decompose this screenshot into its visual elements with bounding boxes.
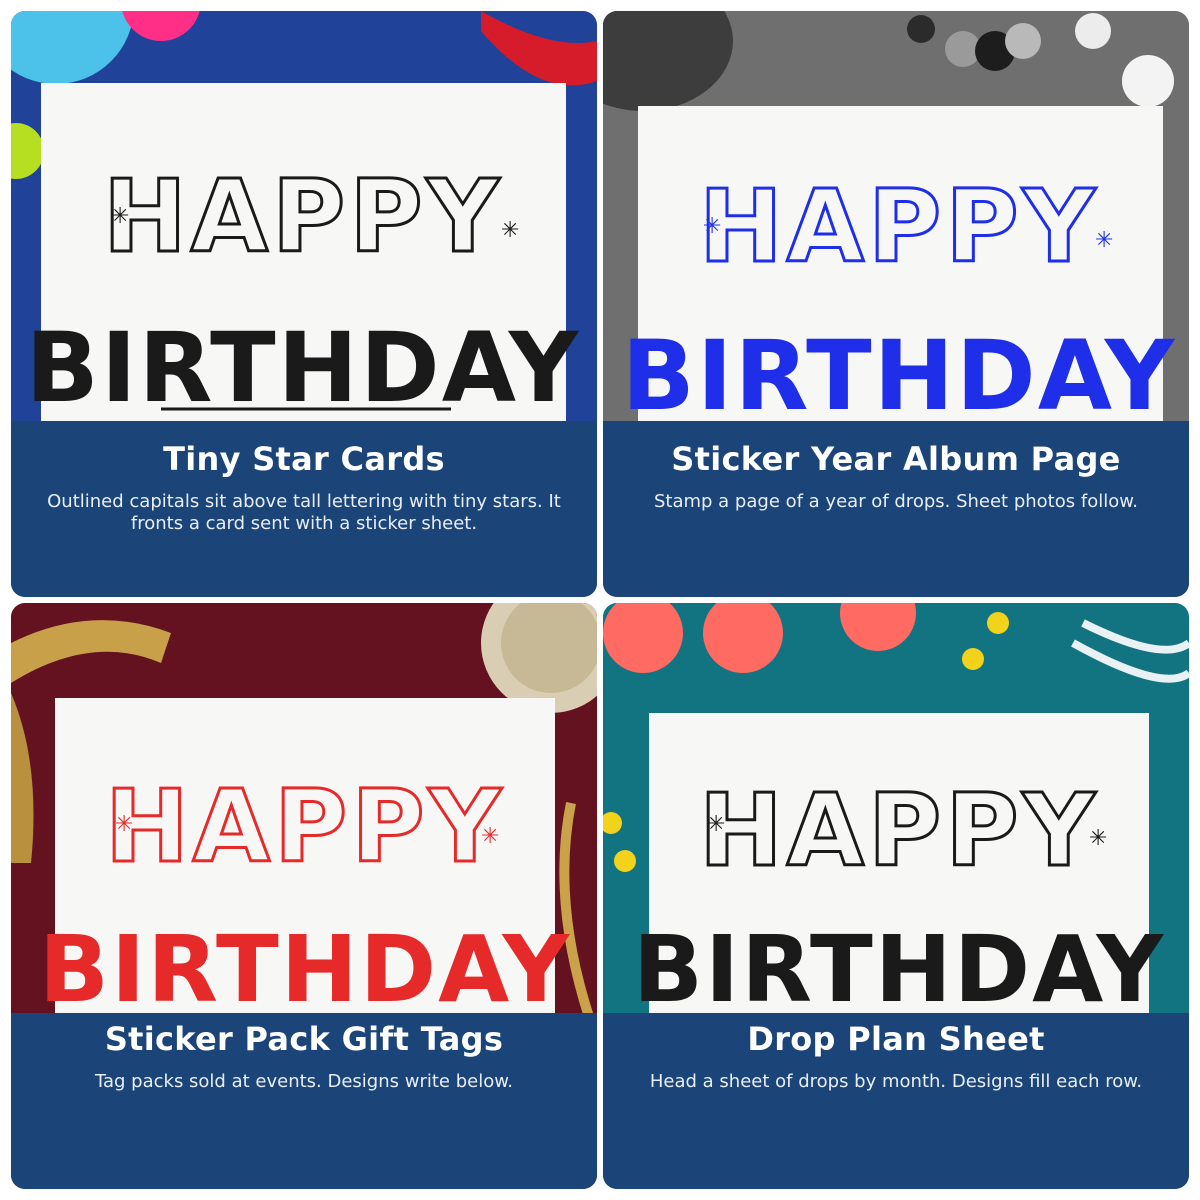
product-panel-4[interactable]: HAPPY BIRTHDAY ✳ ✳ Drop Plan Sheet Head … bbox=[603, 603, 1189, 1189]
panel-title: Sticker Pack Gift Tags bbox=[104, 1020, 504, 1058]
svg-text:HAPPY: HAPPY bbox=[699, 168, 1099, 285]
product-panel-2[interactable]: HAPPY BIRTHDAY ✳ ✳ Sticker Year Album Pa… bbox=[603, 11, 1189, 597]
svg-text:HAPPY: HAPPY bbox=[103, 158, 503, 275]
svg-text:HAPPY: HAPPY bbox=[105, 768, 505, 885]
svg-text:HAPPY: HAPPY bbox=[699, 772, 1099, 889]
svg-text:✳: ✳ bbox=[703, 214, 721, 239]
panel-banner-1: Tiny Star Cards Outlined capitals sit ab… bbox=[11, 421, 597, 597]
product-panel-3[interactable]: HAPPY BIRTHDAY ✳ ✳ Sticker Pack Gift Tag… bbox=[11, 603, 597, 1189]
svg-text:✳: ✳ bbox=[1089, 826, 1107, 851]
svg-text:✳: ✳ bbox=[481, 824, 499, 849]
panel-title: Drop Plan Sheet bbox=[747, 1020, 1045, 1058]
svg-text:✳: ✳ bbox=[707, 812, 725, 837]
panel-banner-3: Sticker Pack Gift Tags Tag packs sold at… bbox=[11, 1013, 597, 1189]
svg-text:BIRTHDAY: BIRTHDAY bbox=[39, 916, 571, 1023]
panel-description: Head a sheet of drops by month. Designs … bbox=[649, 1071, 1143, 1092]
product-panel-1[interactable]: HAPPY BIRTHDAY ✳ ✳ Tiny Star Cards Outli… bbox=[11, 11, 597, 597]
panel-banner-2: Sticker Year Album Page Stamp a page of … bbox=[603, 421, 1189, 597]
panel-description: Stamp a page of a year of drops. Sheet p… bbox=[653, 491, 1139, 512]
svg-text:BIRTHDAY: BIRTHDAY bbox=[633, 916, 1165, 1023]
svg-text:✳: ✳ bbox=[111, 204, 129, 229]
panel-banner-4: Drop Plan Sheet Head a sheet of drops by… bbox=[603, 1013, 1189, 1189]
svg-text:✳: ✳ bbox=[115, 812, 133, 837]
panel-description: Outlined capitals sit above tall letteri… bbox=[47, 491, 561, 534]
svg-text:BIRTHDAY: BIRTHDAY bbox=[622, 320, 1177, 432]
svg-text:BIRTHDAY: BIRTHDAY bbox=[26, 312, 581, 424]
svg-text:✳: ✳ bbox=[1095, 228, 1113, 253]
panel-description: Tag packs sold at events. Designs write … bbox=[94, 1071, 514, 1092]
panel-title: Tiny Star Cards bbox=[163, 440, 445, 478]
panel-title: Sticker Year Album Page bbox=[671, 440, 1121, 478]
svg-text:✳: ✳ bbox=[501, 218, 519, 243]
